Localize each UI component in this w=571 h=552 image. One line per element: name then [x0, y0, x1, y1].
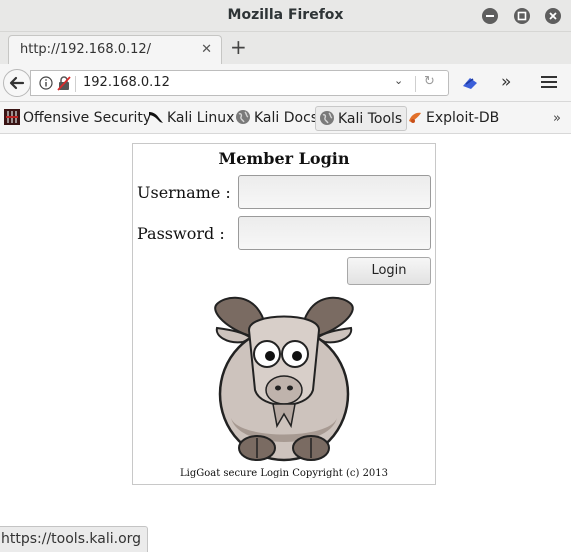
overflow-chevron-icon[interactable]: » — [501, 72, 511, 92]
url-divider — [75, 76, 76, 92]
hamburger-menu-icon[interactable] — [541, 75, 557, 89]
bookmarks-toolbar: Offensive Security Kali Linux Kali Docs … — [0, 102, 571, 134]
bookmark-label: Offensive Security — [23, 110, 152, 126]
bookmark-kali-linux[interactable]: Kali Linux — [148, 106, 234, 131]
back-button[interactable] — [3, 69, 31, 97]
info-icon[interactable] — [39, 76, 53, 90]
login-panel: Member Login Username : Password : Login… — [132, 143, 436, 485]
maximize-icon — [517, 11, 527, 21]
status-bar: https://tools.kali.org — [0, 526, 149, 552]
maximize-button[interactable] — [514, 8, 530, 24]
kali-dragon-icon — [149, 112, 163, 123]
close-window-button[interactable] — [545, 8, 561, 24]
bookmark-exploit-db[interactable]: Exploit-DB — [407, 106, 499, 131]
bookmark-offensive-security[interactable]: Offensive Security — [4, 106, 151, 131]
tab-bar: http://192.168.0.12/ ✕ + — [0, 32, 571, 64]
back-arrow-icon — [9, 76, 25, 90]
offsec-icon — [4, 109, 20, 125]
username-input[interactable] — [238, 175, 431, 209]
bookmark-label: Exploit-DB — [426, 110, 500, 126]
copyright-text: LigGoat secure Login Copyright (c) 2013 — [179, 468, 389, 479]
url-divider — [415, 76, 416, 92]
exploitdb-icon — [409, 112, 421, 123]
bookmark-kali-docs[interactable]: Kali Docs — [235, 106, 318, 131]
bookmark-kali-tools[interactable]: Kali Tools — [315, 106, 408, 131]
username-label: Username : — [137, 183, 231, 202]
reload-icon[interactable]: ↻ — [424, 74, 435, 89]
bookmark-label: Kali Docs — [254, 110, 319, 126]
bookmarks-overflow-chevron-icon[interactable]: » — [553, 111, 561, 126]
tab-label: http://192.168.0.12/ — [20, 42, 152, 57]
insecure-lock-icon[interactable] — [57, 76, 71, 91]
globe-icon — [320, 111, 334, 125]
url-text[interactable]: 192.168.0.12 — [83, 75, 170, 90]
url-bar[interactable]: 192.168.0.12 ⌄ ↻ — [30, 70, 449, 96]
window-titlebar: Mozilla Firefox — [0, 0, 571, 32]
globe-icon — [236, 110, 250, 124]
goat-mascot-image — [214, 296, 354, 462]
password-label: Password : — [137, 224, 225, 243]
minimize-icon — [486, 15, 494, 17]
chevron-down-icon[interactable]: ⌄ — [394, 74, 403, 87]
extension-icon[interactable] — [461, 75, 479, 91]
bookmark-label: Kali Linux — [167, 110, 235, 126]
new-tab-button[interactable]: + — [230, 37, 247, 57]
bookmark-label: Kali Tools — [338, 111, 403, 127]
nav-bar: 192.168.0.12 ⌄ ↻ » — [0, 64, 571, 102]
password-input[interactable] — [238, 216, 431, 250]
tab-active[interactable]: http://192.168.0.12/ ✕ — [8, 35, 222, 64]
login-button[interactable]: Login — [347, 257, 431, 285]
close-tab-icon[interactable]: ✕ — [201, 42, 212, 57]
login-title: Member Login — [218, 149, 350, 168]
minimize-button[interactable] — [482, 8, 498, 24]
close-icon — [549, 12, 557, 20]
